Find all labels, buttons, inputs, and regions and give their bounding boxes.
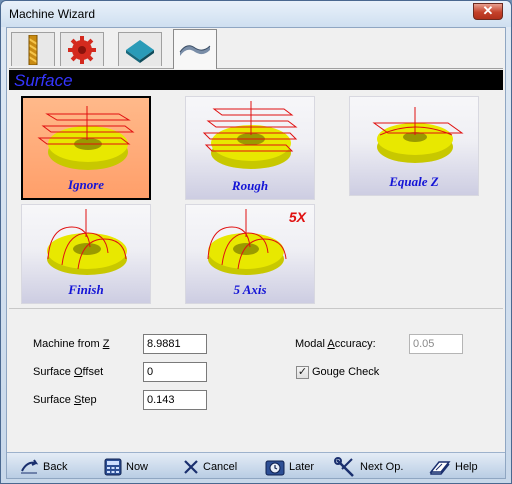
back-button[interactable]: Back [19, 457, 67, 477]
later-button[interactable]: Later [265, 457, 314, 477]
help-button[interactable]: Help [429, 457, 478, 477]
tab-stock[interactable] [118, 32, 162, 66]
gear-icon [68, 35, 96, 64]
back-arrow-icon [21, 459, 39, 474]
finish-torus-icon [47, 209, 127, 275]
surface-icon [179, 44, 211, 56]
tab-settings[interactable] [60, 32, 104, 66]
section-divider [9, 308, 503, 309]
modal-accuracy-input[interactable]: 0.05 [409, 334, 463, 354]
option-label: Equale Z [389, 174, 439, 189]
rough-torus-icon [202, 101, 298, 169]
equale-z-torus-icon [372, 107, 464, 163]
gouge-check-checkbox[interactable]: ✓ [296, 366, 309, 379]
option-rough[interactable]: Rough [185, 96, 315, 200]
surface-options-grid: Ignore Rough Equale Z Finish 5X 5 Axis [9, 90, 503, 306]
check-mark-icon: ✓ [297, 366, 308, 378]
next-op-button[interactable]: Next Op. [334, 457, 403, 477]
cancel-x-icon [184, 460, 198, 474]
modal-accuracy-label: Modal Accuracy: [295, 338, 376, 350]
gouge-check-label: Gouge Check [312, 366, 380, 378]
close-button[interactable]: ✕ [473, 3, 503, 20]
surface-step-input[interactable]: 0.143 [143, 390, 207, 410]
close-icon: ✕ [482, 3, 494, 18]
tab-tool[interactable] [11, 32, 55, 66]
machine-from-z-label: Machine from Z [33, 338, 110, 350]
title-bar: Machine Wizard ✕ [1, 1, 511, 27]
machine-from-z-input[interactable]: 8.9881 [143, 334, 207, 354]
5-axis-badge: 5X [288, 209, 306, 225]
section-header: Surface [9, 70, 503, 90]
surface-offset-label: Surface Offset [33, 366, 104, 378]
option-label: 5 Axis [233, 282, 267, 297]
option-equale-z[interactable]: Equale Z [349, 96, 479, 196]
help-book-icon [429, 461, 451, 475]
now-button[interactable]: Now [104, 457, 148, 477]
calculator-icon [104, 458, 122, 476]
window-title: Machine Wizard [9, 7, 96, 21]
option-5-axis[interactable]: 5X 5 Axis [185, 204, 315, 304]
option-label: Ignore [67, 177, 105, 192]
option-label: Finish [68, 282, 104, 297]
option-ignore[interactable]: Ignore [21, 96, 151, 200]
tab-strip [7, 28, 505, 69]
wizard-client-area: Surface Ignore Rough Equale Z Finish 5X … [6, 27, 506, 479]
drill-bit-icon [28, 34, 38, 65]
surface-step-label: Surface Step [33, 394, 97, 406]
option-label: Rough [231, 178, 269, 193]
tab-panel-edge [9, 68, 503, 69]
cancel-button[interactable]: Cancel [183, 457, 237, 477]
ignore-torus-icon [37, 106, 135, 170]
wrench-icon [334, 457, 354, 477]
stock-block-icon [126, 39, 154, 63]
section-title: Surface [14, 71, 73, 90]
tab-surface[interactable] [173, 29, 217, 69]
machine-wizard-window: Machine Wizard ✕ Surface Ignore Rough Eq… [0, 0, 512, 484]
option-finish[interactable]: Finish [21, 204, 151, 304]
wizard-button-bar: Back Now Cancel Later Next Op. Help [7, 452, 505, 478]
surface-offset-input[interactable]: 0 [143, 362, 207, 382]
clock-calendar-icon [265, 460, 285, 476]
